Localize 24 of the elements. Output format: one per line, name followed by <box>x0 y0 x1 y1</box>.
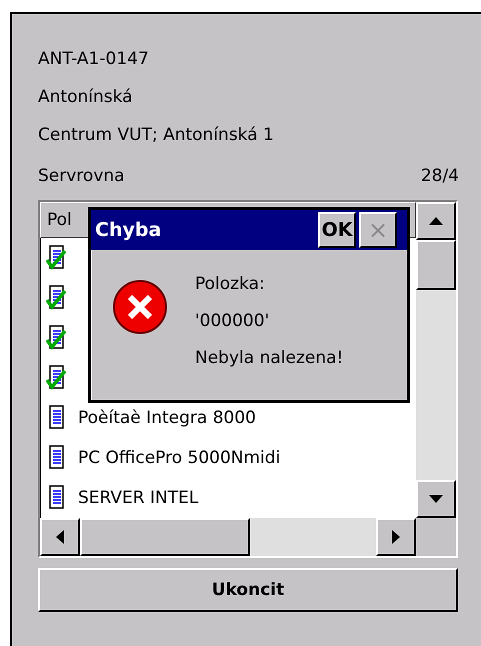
info-text: Antonínská <box>38 87 133 107</box>
up-arrow-icon <box>429 217 443 225</box>
scroll-thumb[interactable] <box>416 240 456 290</box>
scroll-up-button[interactable] <box>416 202 456 240</box>
list-item[interactable]: PC OfficePro 5000Nmidi <box>78 448 280 468</box>
ok-button[interactable]: OK <box>318 212 356 248</box>
item-count: 28/4 <box>420 166 459 186</box>
exit-button[interactable]: Ukoncit <box>38 568 458 612</box>
left-arrow-icon <box>56 530 64 544</box>
error-message: Polozka: '000000' Nebyla nalezena! <box>195 273 344 370</box>
list-item[interactable]: SERVER INTEL <box>78 488 198 508</box>
scrollbar-corner <box>416 518 456 556</box>
scroll-down-button[interactable] <box>416 480 456 518</box>
error-icon <box>111 278 169 336</box>
info-text: Centrum VUT; Antonínská 1 <box>38 125 274 145</box>
right-arrow-icon <box>392 530 400 544</box>
info-text: ANT-A1-0147 <box>38 49 149 69</box>
down-arrow-icon <box>429 495 443 503</box>
dialog-title: Chyba <box>95 219 162 241</box>
scroll-thumb[interactable] <box>80 518 250 556</box>
scroll-right-button[interactable] <box>376 518 416 556</box>
scroll-left-button[interactable] <box>40 518 80 556</box>
room-name: Servrovna <box>38 166 125 186</box>
list-item[interactable]: Poèítaè Integra 8000 <box>78 408 256 428</box>
